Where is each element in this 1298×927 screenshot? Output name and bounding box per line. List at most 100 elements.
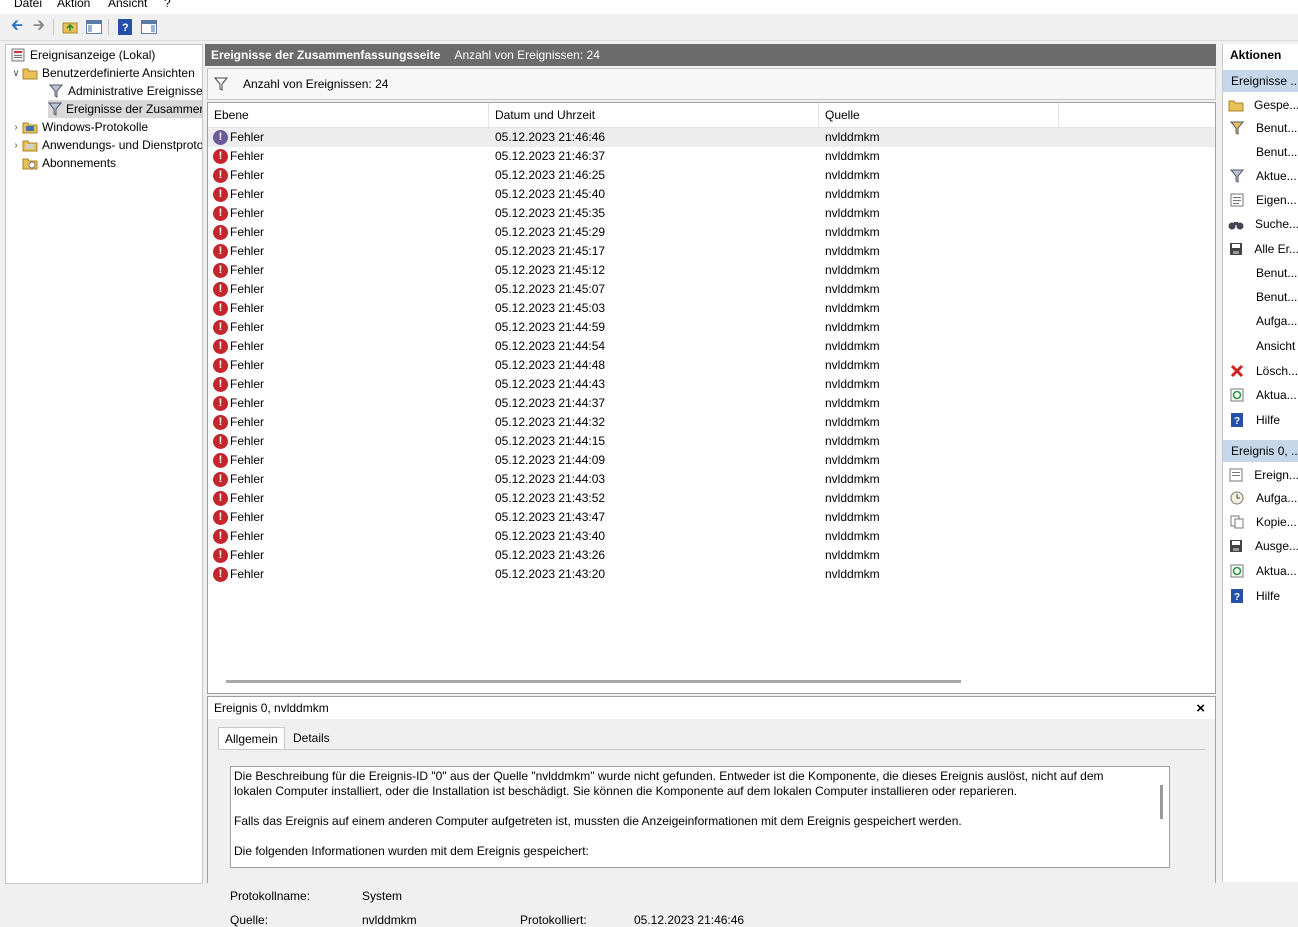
table-row[interactable]: ! Fehler 05.12.2023 21:45:12 nvlddmkm (208, 261, 1215, 280)
column-header-datetime[interactable]: Datum und Uhrzeit (489, 103, 819, 127)
action-pane-icon[interactable] (140, 18, 158, 36)
table-row[interactable]: ! Fehler 05.12.2023 21:44:43 nvlddmkm (208, 375, 1215, 394)
cell-datetime: 05.12.2023 21:45:17 (495, 244, 606, 258)
menu-help[interactable]: ? (164, 0, 171, 10)
action-item[interactable]: Benut... (1223, 262, 1298, 284)
table-row[interactable]: ! Fehler 05.12.2023 21:45:17 nvlddmkm (208, 242, 1215, 261)
action-item[interactable]: Benut... (1223, 286, 1298, 308)
action-item[interactable]: Aktua... (1223, 560, 1298, 582)
filter-icon[interactable] (214, 77, 230, 91)
cell-datetime: 05.12.2023 21:44:09 (495, 453, 606, 467)
cell-level: Fehler (230, 130, 265, 144)
table-row[interactable]: ! Fehler 05.12.2023 21:43:26 nvlddmkm (208, 546, 1215, 565)
action-item[interactable]: Aktue... (1223, 165, 1298, 187)
table-row[interactable]: ! Fehler 05.12.2023 21:43:52 nvlddmkm (208, 489, 1215, 508)
cell-level: Fehler (230, 510, 265, 524)
subscriptions-icon (22, 156, 38, 170)
menu-datei[interactable]: Datei (14, 0, 42, 10)
tree-item-summary-events[interactable]: Ereignisse der Zusammenfassungsseite (48, 100, 202, 118)
table-row[interactable]: ! Fehler 05.12.2023 21:44:37 nvlddmkm (208, 394, 1215, 413)
menu-ansicht[interactable]: Ansicht (108, 0, 147, 10)
forward-arrow-icon[interactable]: 🡲 (30, 17, 48, 36)
menu-aktion[interactable]: Aktion (57, 0, 90, 10)
action-item[interactable]: Ereign... (1223, 464, 1298, 486)
tree-item-root[interactable]: Ereignisanzeige (Lokal) (10, 46, 155, 64)
cell-datetime: 05.12.2023 21:45:07 (495, 282, 606, 296)
table-row[interactable]: ! Fehler 05.12.2023 21:44:15 nvlddmkm (208, 432, 1215, 451)
detail-title: Ereignis 0, nvlddmkm (214, 701, 329, 715)
chevron-down-icon[interactable]: ∨ (10, 68, 22, 79)
action-item[interactable]: Gespe... (1223, 94, 1298, 116)
error-icon: ! (213, 282, 228, 297)
console-tree-icon[interactable] (85, 18, 103, 36)
action-item[interactable]: ? Hilfe (1223, 409, 1298, 431)
action-item[interactable]: Ausge... (1223, 535, 1298, 557)
table-row[interactable]: ! Fehler 05.12.2023 21:44:03 nvlddmkm (208, 470, 1215, 489)
chevron-right-icon[interactable]: › (10, 122, 22, 133)
action-item[interactable]: Alle Er... (1223, 238, 1298, 260)
tree-item-custom-views[interactable]: ∨ Benutzerdefinierte Ansichten (10, 64, 194, 82)
cell-datetime: 05.12.2023 21:44:59 (495, 320, 606, 334)
table-row[interactable]: ! Fehler 05.12.2023 21:44:09 nvlddmkm (208, 451, 1215, 470)
tree-item-app-service-logs[interactable]: › Anwendungs- und Dienstprotokolle (10, 136, 202, 154)
tab-general[interactable]: Allgemein (218, 727, 285, 750)
table-row[interactable]: ! Fehler 05.12.2023 21:44:32 nvlddmkm (208, 413, 1215, 432)
action-item[interactable]: Benut... (1223, 117, 1298, 139)
table-row[interactable]: ! Fehler 05.12.2023 21:46:46 nvlddmkm (208, 128, 1215, 147)
chevron-right-icon[interactable]: › (10, 140, 22, 151)
table-row[interactable]: ! Fehler 05.12.2023 21:45:03 nvlddmkm (208, 299, 1215, 318)
error-icon: ! (213, 130, 228, 145)
cell-level: Fehler (230, 529, 265, 543)
table-row[interactable]: ! Fehler 05.12.2023 21:44:48 nvlddmkm (208, 356, 1215, 375)
table-row[interactable]: ! Fehler 05.12.2023 21:44:59 nvlddmkm (208, 318, 1215, 337)
action-label: Aktue... (1256, 169, 1297, 183)
horizontal-scrollbar[interactable] (226, 680, 961, 683)
table-row[interactable]: ! Fehler 05.12.2023 21:45:35 nvlddmkm (208, 204, 1215, 223)
table-row[interactable]: ! Fehler 05.12.2023 21:43:20 nvlddmkm (208, 565, 1215, 584)
cell-level: Fehler (230, 282, 265, 296)
table-row[interactable]: ! Fehler 05.12.2023 21:45:07 nvlddmkm (208, 280, 1215, 299)
back-arrow-icon[interactable]: 🡰 (8, 17, 26, 36)
tree-item-windows-logs[interactable]: › Windows-Protokolle (10, 118, 148, 136)
action-item[interactable]: ? Hilfe (1223, 585, 1298, 607)
svg-text:?: ? (1234, 592, 1240, 603)
error-icon: ! (213, 510, 228, 525)
action-label: Hilfe (1256, 413, 1281, 427)
action-item[interactable]: Suche... (1223, 213, 1298, 235)
filter-icon (48, 102, 62, 116)
action-item[interactable]: Aufga... (1223, 310, 1298, 332)
actions-section-events[interactable]: Ereignisse ... (1223, 70, 1298, 92)
action-item[interactable]: Kopie... (1223, 511, 1298, 533)
table-row[interactable]: ! Fehler 05.12.2023 21:45:29 nvlddmkm (208, 223, 1215, 242)
tab-details[interactable]: Details (287, 727, 336, 749)
tree-item-admin-events[interactable]: Administrative Ereignisse (48, 82, 202, 100)
action-item[interactable]: Benut... (1223, 141, 1298, 163)
cell-level: Fehler (230, 472, 265, 486)
help-icon[interactable]: ? (116, 18, 134, 36)
action-item[interactable]: Eigen... (1223, 189, 1298, 211)
column-header-level[interactable]: Ebene (208, 103, 489, 127)
vertical-scrollbar[interactable] (1160, 785, 1163, 819)
table-row[interactable]: ! Fehler 05.12.2023 21:43:47 nvlddmkm (208, 508, 1215, 527)
close-icon[interactable]: × (1196, 700, 1205, 717)
actions-section-event[interactable]: Ereignis 0, ... (1223, 440, 1298, 462)
action-item[interactable]: Aktua... (1223, 384, 1298, 406)
detail-header: Ereignis 0, nvlddmkm × (208, 697, 1215, 719)
action-label: Hilfe (1256, 589, 1281, 603)
description-box[interactable]: Die Beschreibung für die Ereignis-ID "0"… (230, 766, 1170, 868)
table-row[interactable]: ! Fehler 05.12.2023 21:44:54 nvlddmkm (208, 337, 1215, 356)
table-row[interactable]: ! Fehler 05.12.2023 21:46:25 nvlddmkm (208, 166, 1215, 185)
up-folder-icon[interactable] (61, 18, 79, 36)
action-item[interactable]: Lösch... (1223, 360, 1298, 382)
table-row[interactable]: ! Fehler 05.12.2023 21:43:40 nvlddmkm (208, 527, 1215, 546)
table-row[interactable]: ! Fehler 05.12.2023 21:45:40 nvlddmkm (208, 185, 1215, 204)
table-row[interactable]: ! Fehler 05.12.2023 21:46:37 nvlddmkm (208, 147, 1215, 166)
description-text-3: Die folgenden Informationen wurden mit d… (234, 844, 589, 858)
action-item[interactable]: Ansicht (1223, 335, 1298, 357)
pane-header: Ereignisse der Zusammenfassungsseite Anz… (205, 44, 1216, 66)
column-header-source[interactable]: Quelle (819, 103, 1059, 127)
action-item[interactable]: Aufga... (1223, 487, 1298, 509)
cell-level: Fehler (230, 548, 265, 562)
tree-item-subscriptions[interactable]: Abonnements (22, 154, 116, 172)
cell-datetime: 05.12.2023 21:43:47 (495, 510, 606, 524)
